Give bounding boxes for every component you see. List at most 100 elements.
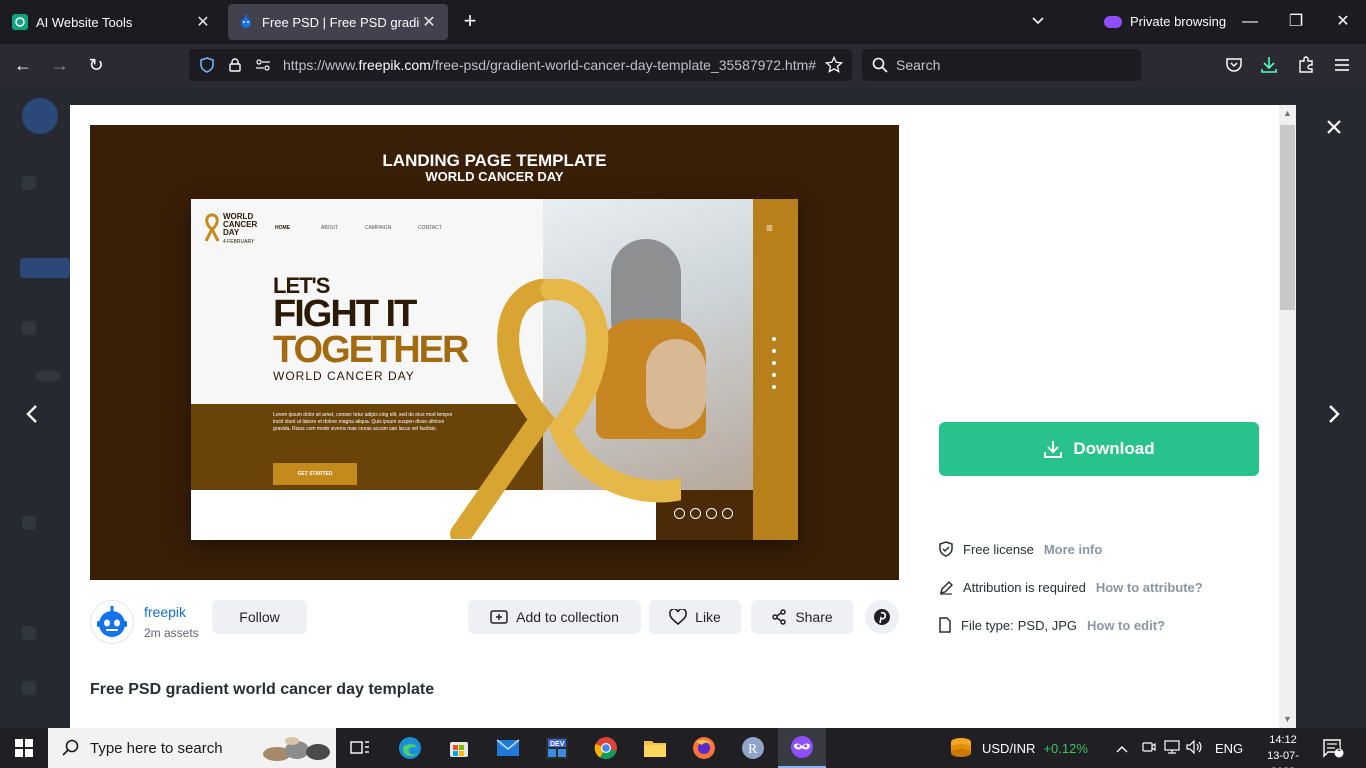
share-button[interactable]: Share bbox=[751, 600, 853, 634]
scroll-up-icon[interactable]: ▲ bbox=[1282, 108, 1293, 119]
close-modal-icon[interactable] bbox=[1320, 112, 1348, 140]
search-icon bbox=[62, 739, 79, 756]
hero-line3: TOGETHER bbox=[273, 329, 469, 371]
mock-social-icon bbox=[690, 508, 701, 519]
svg-text:DEV: DEV bbox=[550, 741, 565, 748]
notification-count: 1 bbox=[1336, 744, 1342, 753]
close-tab-icon[interactable]: ✕ bbox=[194, 12, 212, 32]
mock-side-dots bbox=[771, 337, 777, 397]
scroll-down-icon[interactable]: ▼ bbox=[1282, 714, 1293, 725]
dev-home-icon[interactable]: DEV bbox=[533, 728, 581, 768]
author-name[interactable]: freepik bbox=[144, 604, 199, 620]
tab-bar: AI Website Tools ✕ Free PSD | Free PSD g… bbox=[0, 0, 1366, 44]
search-input[interactable]: Search bbox=[862, 49, 1141, 81]
forward-icon[interactable]: → bbox=[47, 52, 73, 78]
bookmark-star-icon[interactable] bbox=[824, 56, 844, 74]
new-tab-icon[interactable]: + bbox=[458, 10, 482, 34]
preview-title-line1: LANDING PAGE TEMPLATE bbox=[382, 151, 607, 170]
list-all-tabs-icon[interactable] bbox=[1030, 12, 1046, 33]
minimize-icon[interactable]: — bbox=[1238, 10, 1262, 34]
more-info-link[interactable]: More info bbox=[1044, 542, 1103, 557]
like-label: Like bbox=[695, 609, 721, 625]
download-icon bbox=[1044, 441, 1063, 458]
taskbar-search-input[interactable]: Type here to search bbox=[48, 728, 336, 768]
chrome-icon[interactable] bbox=[582, 728, 630, 768]
pinterest-button[interactable] bbox=[865, 600, 899, 634]
restore-icon[interactable]: ❐ bbox=[1284, 10, 1308, 34]
landing-page-mockup: WORLD CANCER DAY 4 FEBRUARY HOME ABOUT C… bbox=[191, 199, 798, 540]
filetype-row: File type: PSD, JPG How to edit? bbox=[939, 617, 1165, 633]
task-view-icon[interactable] bbox=[336, 728, 384, 768]
follow-button[interactable]: Follow bbox=[212, 600, 307, 634]
meet-now-icon[interactable] bbox=[1137, 740, 1161, 757]
pocket-icon[interactable] bbox=[1224, 55, 1244, 75]
download-button[interactable]: Download bbox=[939, 422, 1259, 476]
edge-icon[interactable] bbox=[386, 728, 434, 768]
pebbles-icon bbox=[263, 737, 330, 761]
hero-line2: FIGHT IT bbox=[273, 293, 417, 335]
license-row: Free license More info bbox=[939, 541, 1102, 557]
windows-logo-icon bbox=[15, 739, 33, 757]
back-icon[interactable]: ← bbox=[10, 52, 36, 78]
attribution-text: Attribution is required bbox=[963, 579, 1086, 595]
add-to-collection-button[interactable]: Add to collection bbox=[468, 600, 641, 634]
previous-arrow-icon[interactable] bbox=[17, 402, 47, 432]
mock-social-icon bbox=[722, 508, 733, 519]
tray-chevron-icon[interactable] bbox=[1115, 741, 1129, 756]
currency-change: +0.12% bbox=[1043, 740, 1088, 756]
window-close-icon[interactable]: ✕ bbox=[1331, 10, 1355, 34]
permissions-icon[interactable] bbox=[253, 59, 273, 71]
tab-freepik[interactable]: Free PSD | Free PSD gradient world cance… bbox=[228, 4, 448, 40]
tab-title: AI Website Tools bbox=[36, 14, 133, 30]
currency-widget[interactable]: USD/INR +0.12% bbox=[948, 728, 1088, 768]
mail-icon[interactable] bbox=[484, 728, 532, 768]
mock-nav-contact: CONTACT bbox=[418, 225, 442, 231]
shield-check-icon bbox=[939, 541, 953, 557]
pinterest-icon bbox=[874, 609, 890, 625]
how-to-edit-link[interactable]: How to edit? bbox=[1087, 618, 1165, 633]
author-avatar[interactable] bbox=[90, 600, 134, 644]
firefox-icon[interactable] bbox=[680, 728, 728, 768]
private-browsing-indicator: Private browsing bbox=[1104, 14, 1226, 29]
firefox-private-icon[interactable] bbox=[778, 728, 826, 768]
taskbar-clock[interactable]: 14:12 13-07-2023 bbox=[1256, 732, 1310, 768]
search-placeholder: Search bbox=[896, 57, 941, 73]
url-text: https://www.freepik.com/free-psd/gradien… bbox=[283, 57, 817, 73]
like-button[interactable]: Like bbox=[649, 600, 741, 634]
volume-icon[interactable] bbox=[1183, 739, 1205, 757]
freepik-robot-icon bbox=[97, 606, 127, 637]
network-icon[interactable] bbox=[1161, 739, 1183, 757]
preview-title-line2: WORLD CANCER DAY bbox=[425, 169, 564, 184]
freepik-icon bbox=[238, 14, 254, 30]
extensions-icon[interactable] bbox=[1296, 55, 1316, 75]
mock-nav-about: ABOUT bbox=[321, 225, 339, 231]
modal-scrollbar[interactable]: ▲ ▼ bbox=[1279, 105, 1296, 728]
tab-ai-website-tools[interactable]: AI Website Tools ✕ bbox=[2, 4, 222, 40]
start-button[interactable] bbox=[0, 728, 48, 768]
r-app-icon[interactable]: R bbox=[729, 728, 777, 768]
lock-icon[interactable] bbox=[225, 58, 245, 72]
mock-nav-home: HOME bbox=[275, 225, 290, 231]
close-tab-icon[interactable]: ✕ bbox=[420, 12, 438, 32]
file-explorer-icon[interactable] bbox=[631, 728, 679, 768]
nav-bar: ← → ↻ https://www.freepik.com/free-psd/g… bbox=[0, 44, 1366, 86]
how-to-attribute-link[interactable]: How to attribute? bbox=[1096, 580, 1203, 595]
reload-icon[interactable]: ↻ bbox=[83, 52, 109, 78]
coins-icon bbox=[951, 738, 971, 757]
collection-label: Add to collection bbox=[516, 609, 619, 625]
notification-center-icon[interactable]: 1 bbox=[1322, 728, 1344, 768]
filetype-label: File type: bbox=[961, 617, 1014, 633]
clock-date: 13-07-2023 bbox=[1267, 750, 1299, 768]
system-tray: ENG bbox=[1115, 728, 1243, 768]
microsoft-store-icon[interactable] bbox=[435, 728, 483, 768]
language-indicator[interactable]: ENG bbox=[1215, 741, 1243, 756]
gold-ribbon-icon bbox=[450, 279, 681, 539]
next-arrow-icon[interactable] bbox=[1319, 402, 1349, 432]
menu-icon[interactable] bbox=[1332, 55, 1352, 75]
url-bar[interactable]: https://www.freepik.com/free-psd/gradien… bbox=[189, 49, 852, 81]
template-preview-image[interactable]: LANDING PAGE TEMPLATE WORLD CANCER DAY W… bbox=[90, 125, 899, 580]
shield-icon[interactable] bbox=[197, 57, 217, 73]
hero-line4: WORLD CANCER DAY bbox=[273, 369, 415, 383]
downloads-icon[interactable] bbox=[1259, 55, 1279, 75]
scrollbar-thumb[interactable] bbox=[1280, 125, 1295, 310]
